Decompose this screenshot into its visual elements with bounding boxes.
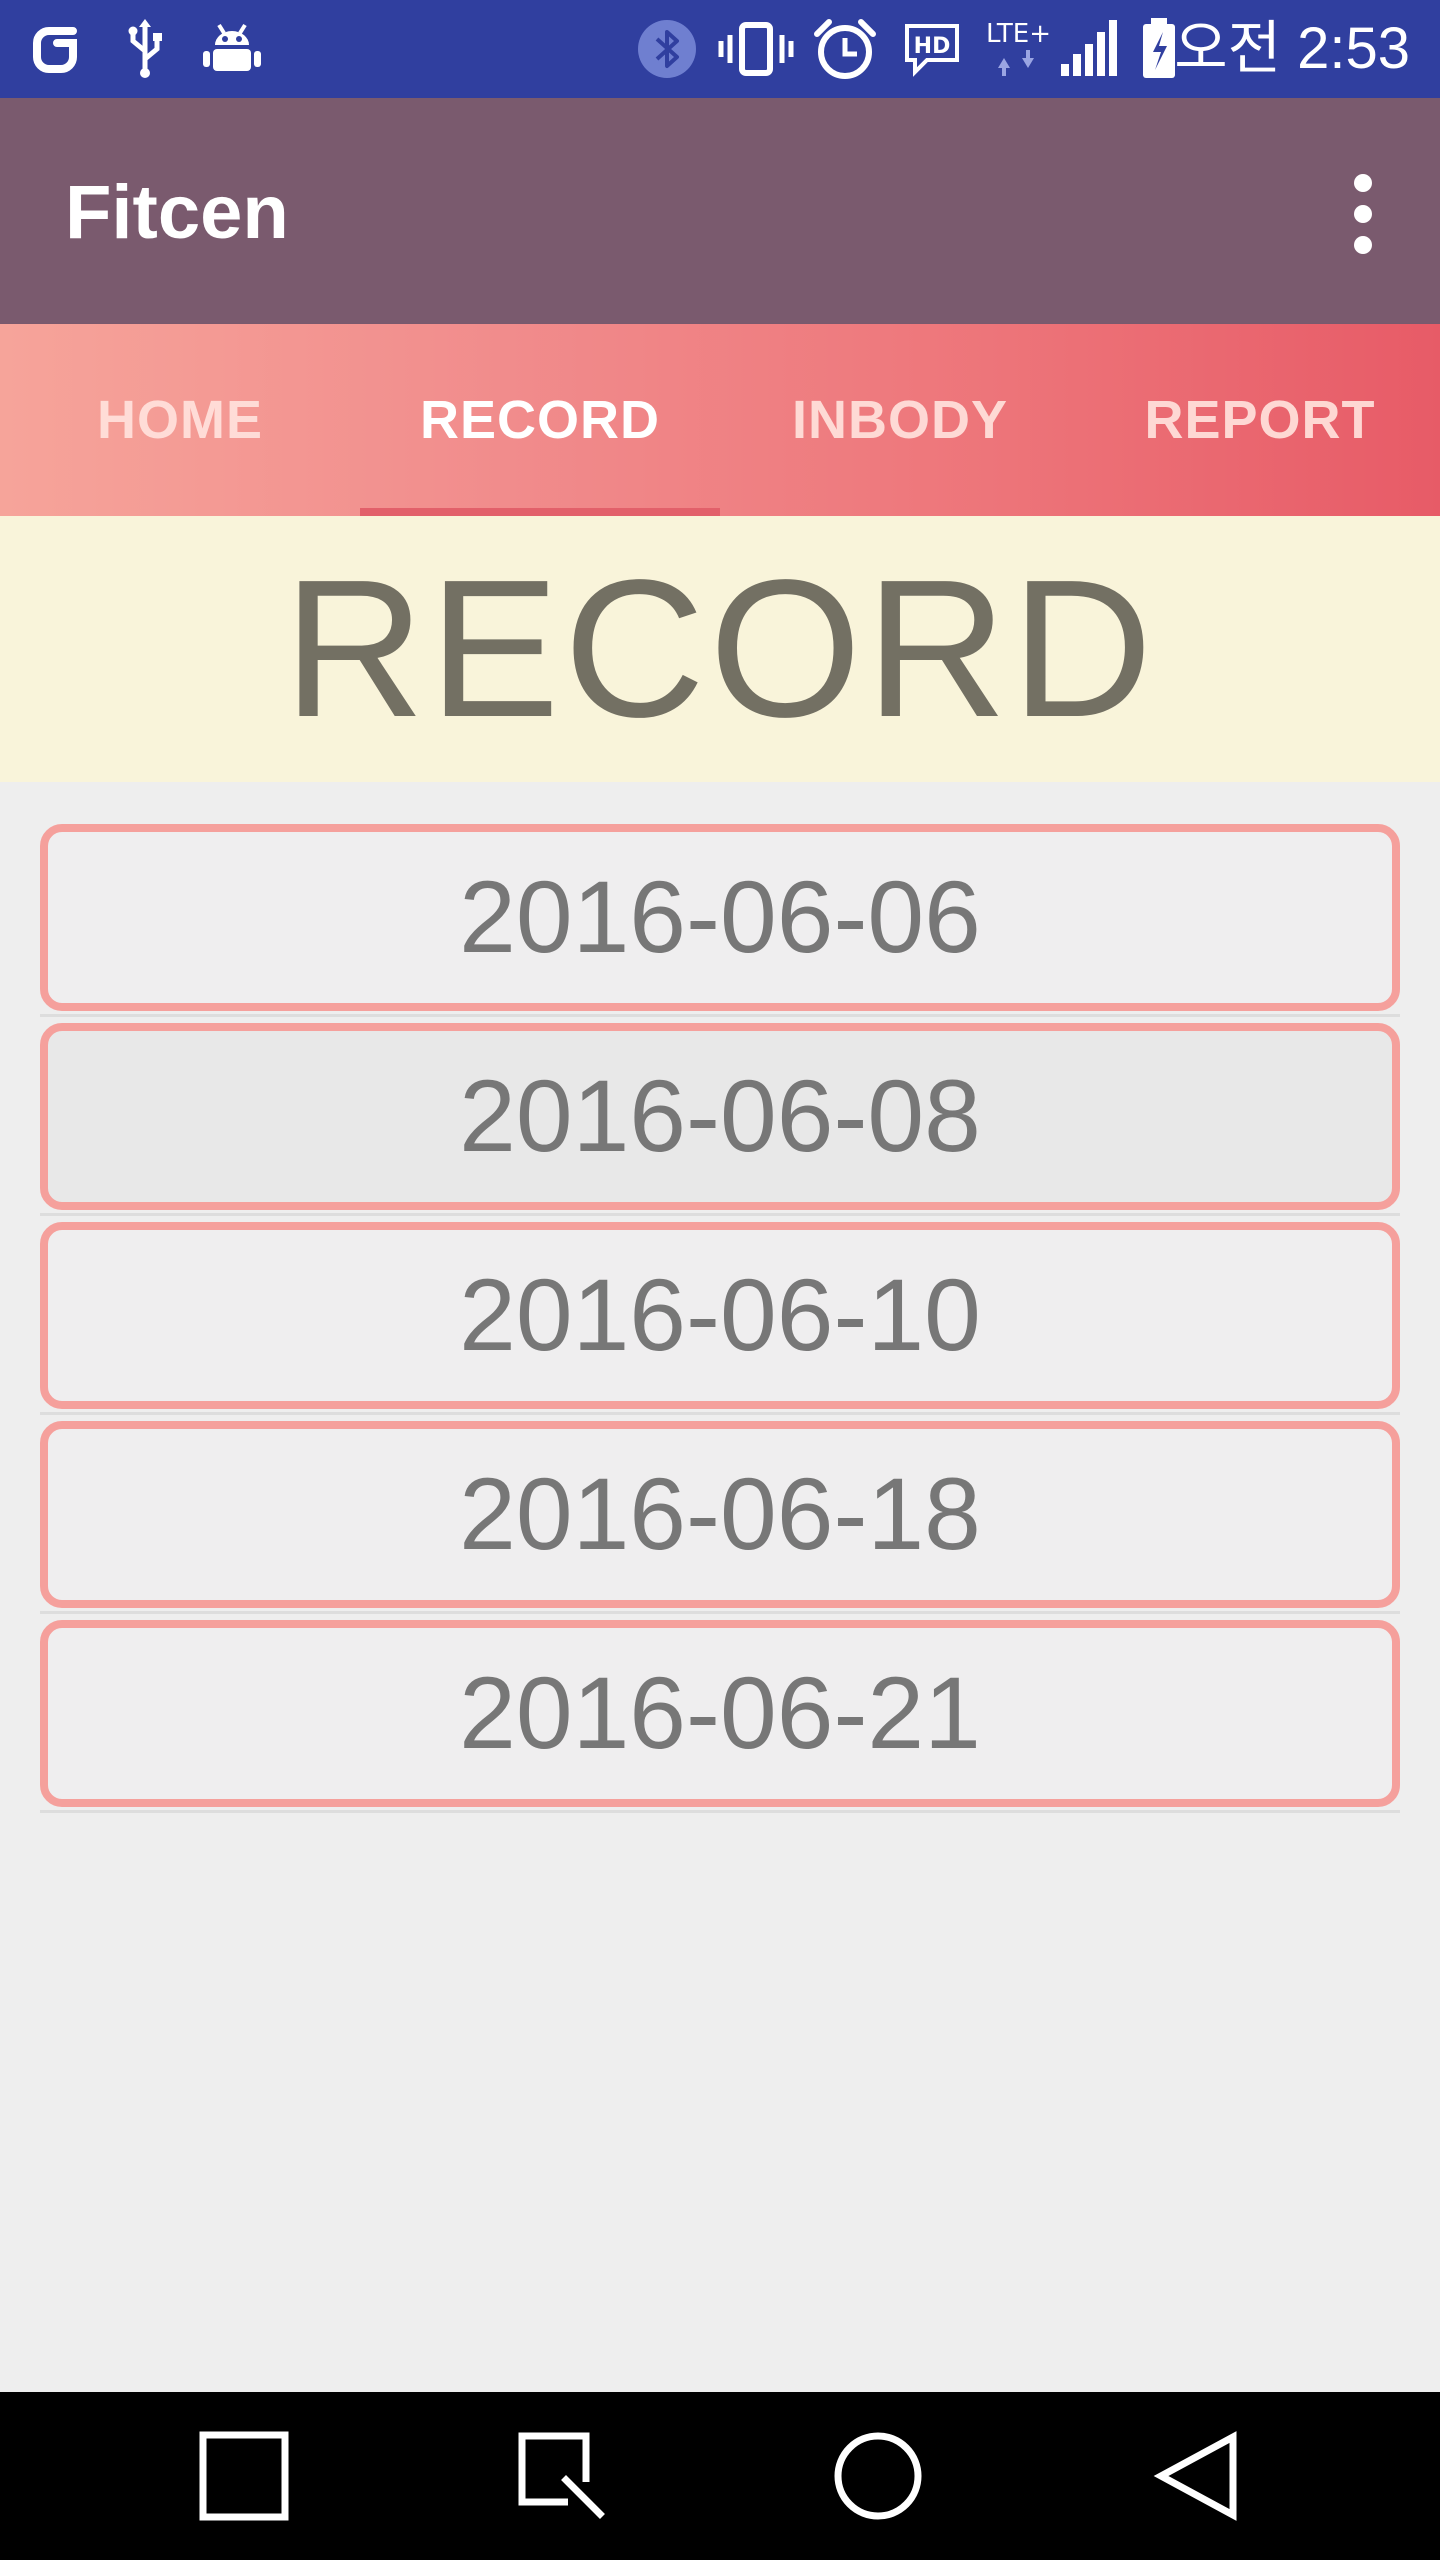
screen-capture-icon[interactable]: [512, 2426, 612, 2526]
app-bar: Fitcen: [0, 98, 1440, 324]
usb-icon: [120, 18, 170, 80]
hd-label: HD: [914, 34, 951, 59]
record-date-button[interactable]: 2016-06-06: [40, 824, 1400, 1011]
list-item: 2016-06-18: [40, 1415, 1400, 1614]
tab-report[interactable]: REPORT: [1080, 324, 1440, 516]
record-list: 2016-06-06 2016-06-08 2016-06-10 2016-06…: [40, 818, 1400, 1813]
record-date-button[interactable]: 2016-06-21: [40, 1620, 1400, 1807]
list-item: 2016-06-08: [40, 1017, 1400, 1216]
more-vert-icon: [1354, 174, 1372, 192]
vibrate-icon: [718, 18, 794, 80]
lte-label: LTE+: [986, 19, 1050, 49]
bluetooth-icon: [636, 18, 698, 80]
tab-indicator: [360, 508, 720, 516]
app-title: Fitcen: [65, 170, 289, 255]
tab-label: RECORD: [419, 390, 660, 450]
list-item: 2016-06-21: [40, 1614, 1400, 1813]
android-debug-icon: [200, 18, 264, 80]
record-banner: RECORD: [0, 516, 1440, 782]
tab-label: INBODY: [791, 390, 1008, 450]
status-time: 오전 2:53: [1174, 16, 1410, 81]
home-icon[interactable]: [828, 2426, 928, 2526]
tab-inbody[interactable]: INBODY: [720, 324, 1080, 516]
tab-label: HOME: [97, 390, 263, 450]
tab-label: REPORT: [1144, 390, 1376, 450]
list-item: 2016-06-06: [40, 818, 1400, 1017]
lte-plus-icon: LTE+: [986, 18, 1050, 80]
tab-home[interactable]: HOME: [0, 324, 360, 516]
back-icon[interactable]: [1148, 2426, 1248, 2526]
tab-bar: HOME RECORD INBODY REPORT: [0, 324, 1440, 516]
navigation-bar: [0, 2392, 1440, 2560]
status-bar: HD LTE+ 오전 2:53: [0, 0, 1440, 98]
alarm-icon: [812, 18, 878, 80]
overflow-menu-button[interactable]: [1318, 164, 1408, 264]
battery-icon: [1140, 18, 1178, 80]
tab-record[interactable]: RECORD: [360, 324, 720, 516]
recent-apps-icon[interactable]: [194, 2426, 294, 2526]
hd-voice-icon: HD: [900, 18, 964, 80]
page-title: RECORD: [283, 539, 1157, 758]
record-date-button[interactable]: 2016-06-10: [40, 1222, 1400, 1409]
record-date-button[interactable]: 2016-06-08: [40, 1023, 1400, 1210]
app-notification-icon: [26, 18, 88, 80]
signal-icon: [1058, 18, 1118, 80]
list-item: 2016-06-10: [40, 1216, 1400, 1415]
record-date-button[interactable]: 2016-06-18: [40, 1421, 1400, 1608]
